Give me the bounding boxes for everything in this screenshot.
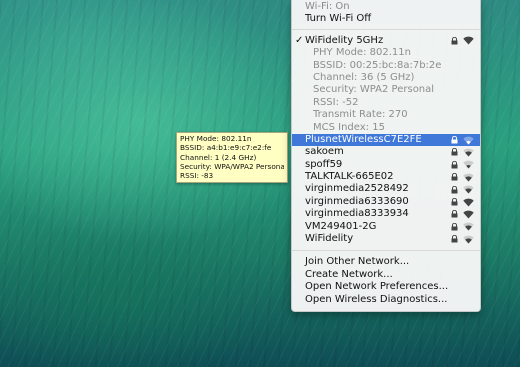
network-detail: PHY Mode: 802.11n xyxy=(313,47,411,59)
network-name: TALKTALK-665E02 xyxy=(305,171,394,183)
connected-network-item[interactable]: ✓ WiFidelity 5GHz xyxy=(292,35,480,47)
lock-icon xyxy=(451,35,458,47)
tooltip-line: Channel: 1 (2.4 GHz) xyxy=(180,152,257,162)
network-name: VM249401-2G xyxy=(305,220,377,232)
wifi-signal-icon xyxy=(463,159,474,171)
network-name: virginmedia2528492 xyxy=(305,183,409,195)
network-item[interactable]: spoff59 xyxy=(292,159,480,171)
lock-icon xyxy=(451,196,458,208)
tooltip-line: BSSID: a4:b1:e9:c7:e2:fe xyxy=(180,143,272,153)
lock-icon xyxy=(451,183,458,195)
wifi-signal-icon xyxy=(463,196,474,208)
network-name: spoff59 xyxy=(305,158,343,170)
wifi-signal-icon xyxy=(463,208,474,220)
network-item[interactable]: virginmedia6333690 xyxy=(292,196,480,208)
network-detail: RSSI: -52 xyxy=(313,96,359,108)
wifi-signal-icon xyxy=(463,171,474,183)
network-detail: Transmit Rate: 270 xyxy=(313,109,408,121)
lock-icon xyxy=(451,208,458,220)
network-name: virginmedia8333934 xyxy=(305,208,409,220)
wifi-signal-icon xyxy=(463,221,474,233)
wifi-signal-icon xyxy=(463,233,474,245)
network-item[interactable]: virginmedia8333934 xyxy=(292,208,480,220)
wifi-signal-icon xyxy=(463,183,474,195)
open-network-preferences-item[interactable]: Open Network Preferences... xyxy=(292,281,480,293)
create-network-item[interactable]: Create Network... xyxy=(292,269,480,281)
network-name: sakoem xyxy=(305,146,344,158)
network-name: PlusnetWirelessC7E2FE xyxy=(305,133,422,145)
lock-icon xyxy=(451,159,458,171)
wifi-status: Wi-Fi: On xyxy=(305,1,350,12)
network-detail: MCS Index: 15 xyxy=(313,121,385,133)
wifi-menu: Wi-Fi: On Turn Wi-Fi Off ✓ WiFidelity 5G… xyxy=(291,0,481,312)
lock-icon xyxy=(451,233,458,245)
network-info-tooltip: PHY Mode: 802.11n BSSID: a4:b1:e9:c7:e2:… xyxy=(176,132,288,184)
tooltip-line: Security: WPA/WPA2 Personal xyxy=(180,161,284,171)
open-wireless-diagnostics-item[interactable]: Open Wireless Diagnostics... xyxy=(292,294,480,306)
network-item[interactable]: virginmedia2528492 xyxy=(292,183,480,195)
lock-icon xyxy=(451,171,458,183)
menu-separator xyxy=(292,250,480,252)
network-item[interactable]: sakoem xyxy=(292,146,480,158)
network-name: WiFidelity xyxy=(305,233,354,245)
network-item[interactable]: TALKTALK-665E02 xyxy=(292,171,480,183)
network-item[interactable]: WiFidelity xyxy=(292,233,480,245)
tooltip-line: RSSI: -83 xyxy=(180,171,214,181)
wifi-signal-icon xyxy=(463,35,474,47)
tooltip-line: PHY Mode: 802.11n xyxy=(180,134,252,143)
wifi-signal-icon xyxy=(463,134,474,146)
network-name: WiFidelity 5GHz xyxy=(305,34,384,46)
lock-icon xyxy=(451,134,458,146)
wifi-signal-icon xyxy=(463,146,474,158)
menu-separator xyxy=(292,28,480,30)
network-name: virginmedia6333690 xyxy=(305,195,409,207)
network-detail: BSSID: 00:25:bc:8a:7b:2e xyxy=(313,59,442,71)
turn-wifi-off-item[interactable]: Turn Wi-Fi Off xyxy=(292,13,480,25)
lock-icon xyxy=(451,146,458,158)
network-item[interactable]: PlusnetWirelessC7E2FE xyxy=(292,133,480,147)
checkmark-icon: ✓ xyxy=(295,34,304,46)
network-detail: Security: WPA2 Personal xyxy=(313,84,435,96)
join-other-network-item[interactable]: Join Other Network... xyxy=(292,256,480,268)
network-detail: Channel: 36 (5 GHz) xyxy=(313,71,415,83)
lock-icon xyxy=(451,221,458,233)
network-item[interactable]: VM249401-2G xyxy=(292,221,480,233)
